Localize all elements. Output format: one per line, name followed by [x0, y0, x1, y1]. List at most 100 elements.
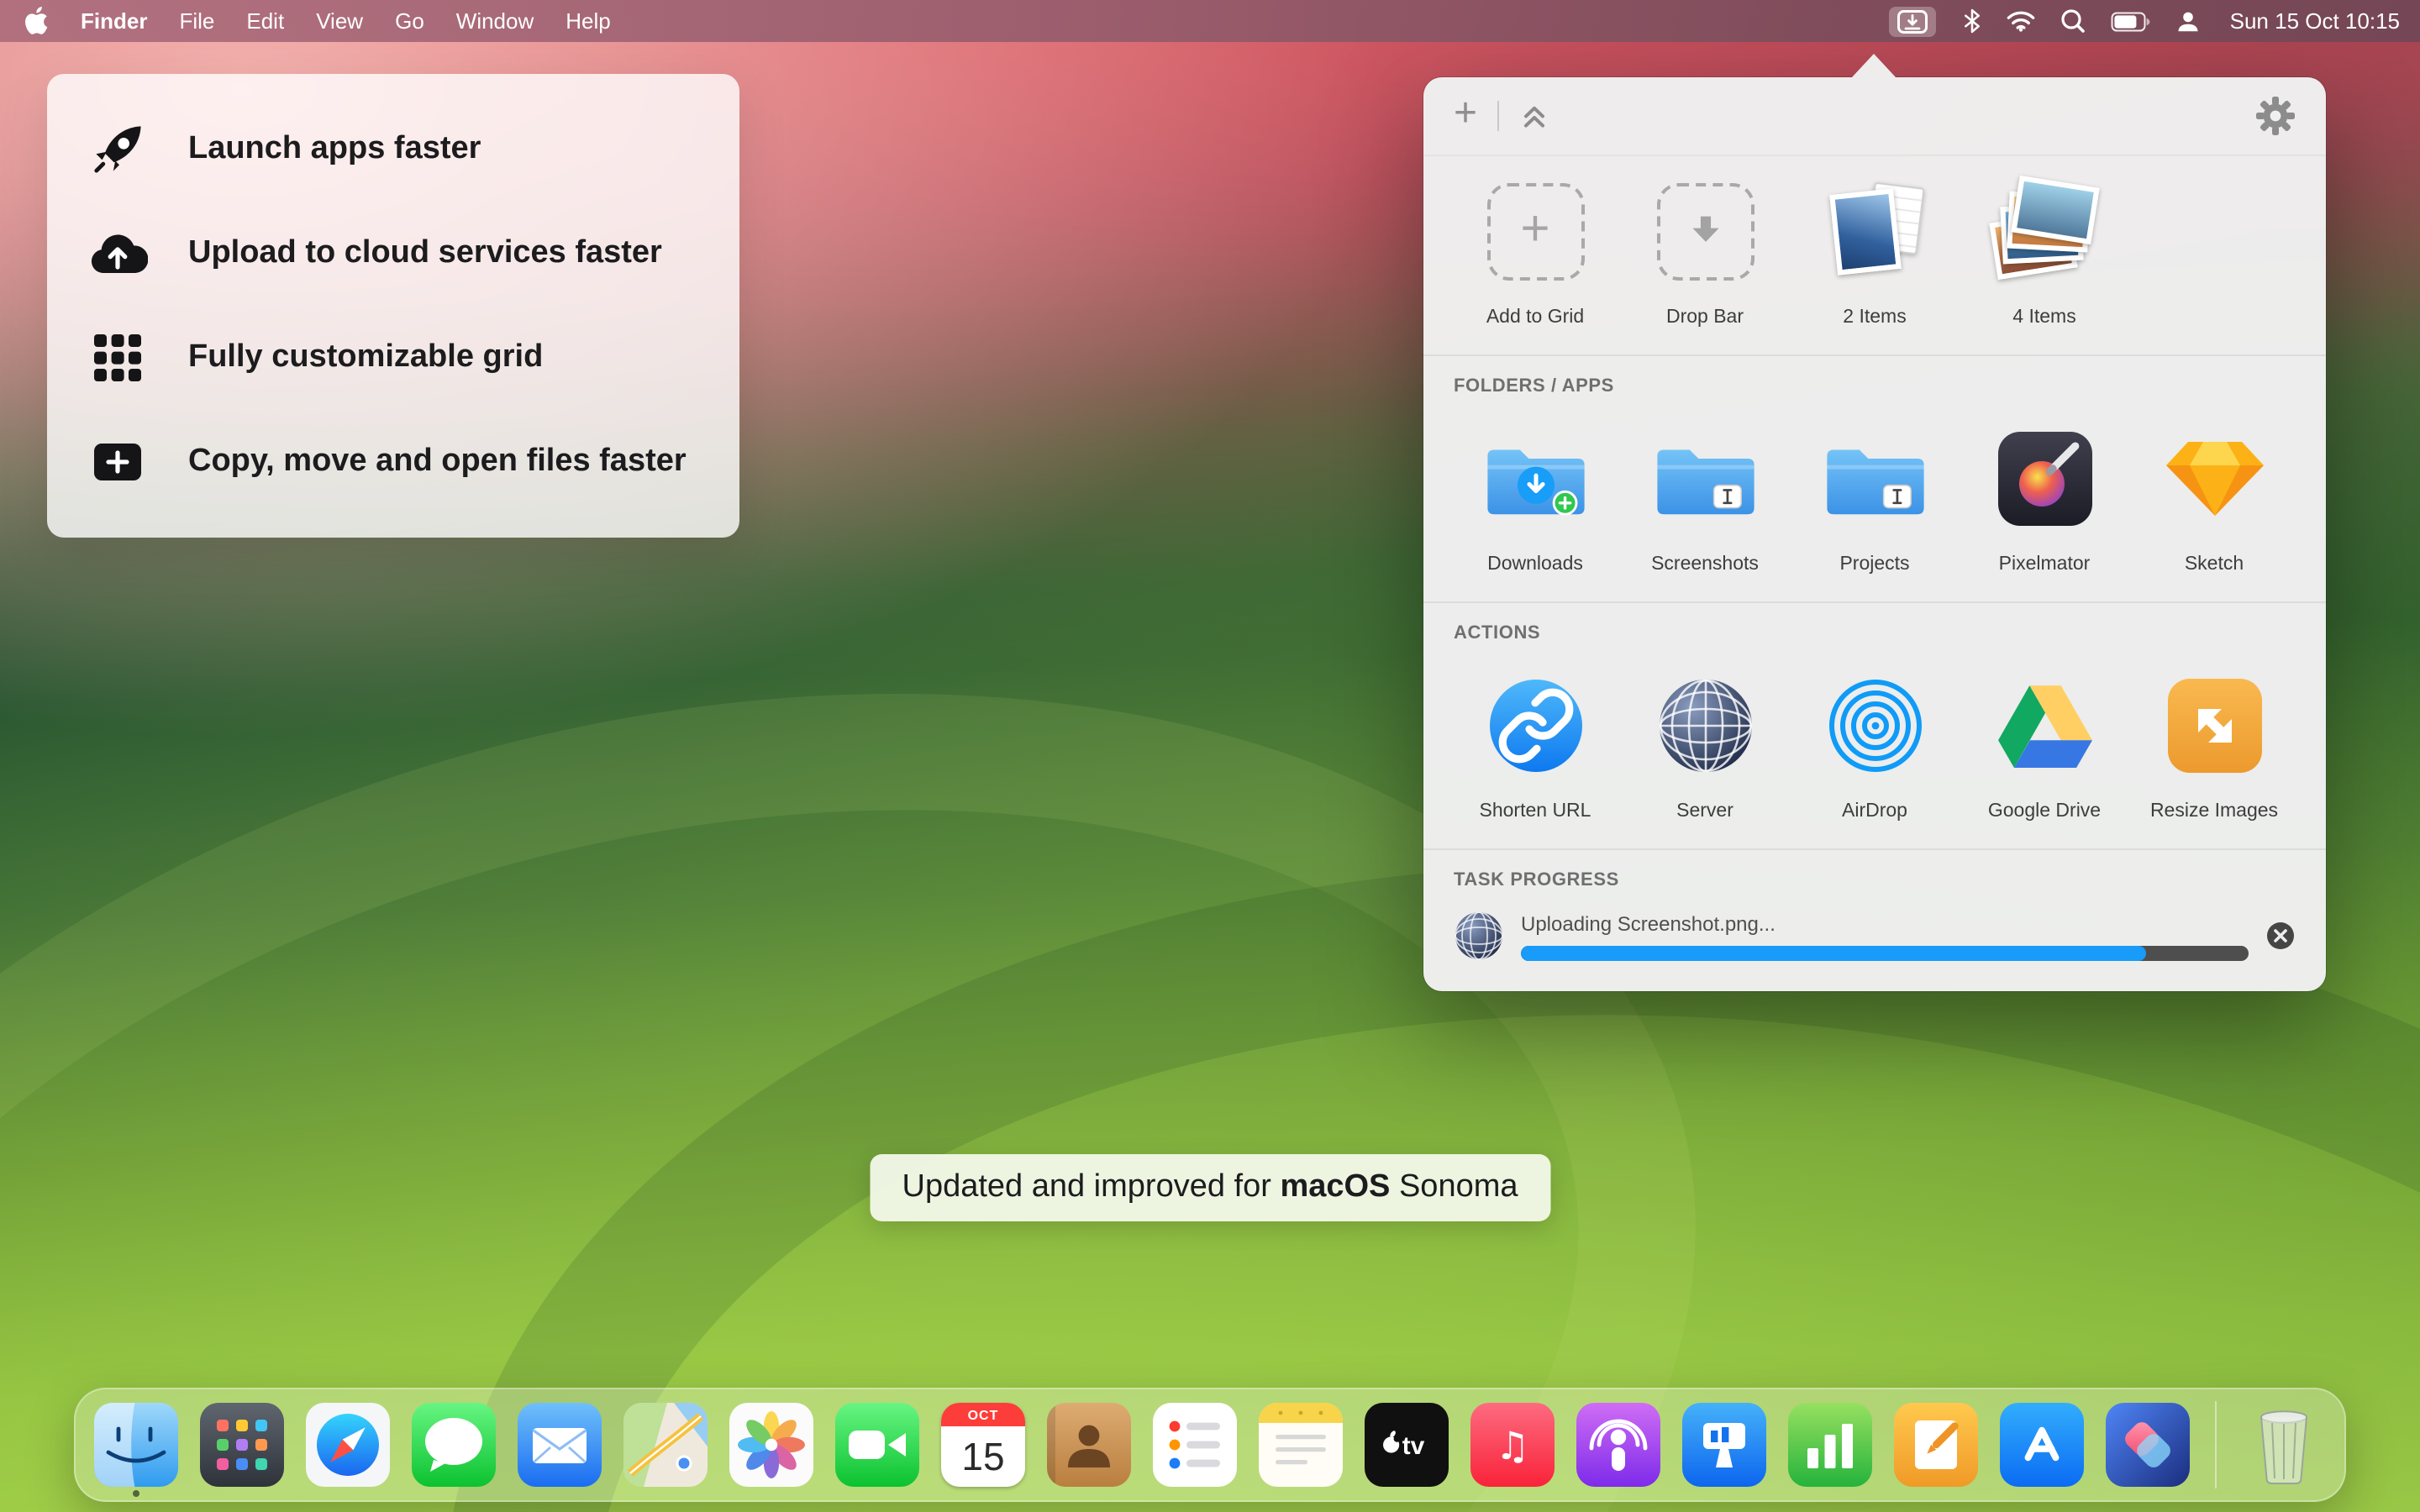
stack-2-icon [1819, 180, 1930, 284]
menu-window[interactable]: Window [456, 8, 534, 34]
search-icon [2060, 8, 2086, 34]
tile-label: Google Drive [1988, 801, 2101, 822]
photos-icon [729, 1403, 813, 1487]
feature-row: Copy, move and open files faster [84, 410, 702, 514]
cancel-upload-button[interactable] [2265, 921, 2296, 951]
feature-label: Upload to cloud services faster [188, 235, 662, 272]
feature-row: Fully customizable grid [84, 306, 702, 410]
task-progress-body: Uploading Screenshot.png... [1521, 911, 2249, 960]
downloads-folder[interactable]: Downloads [1450, 417, 1620, 575]
desktop-screen: Finder File Edit View Go Window Help [0, 0, 2420, 1512]
dock-facetime[interactable] [835, 1403, 919, 1487]
dock-launchpad[interactable] [200, 1403, 284, 1487]
collapse-button[interactable] [1519, 102, 1549, 129]
menu-file[interactable]: File [179, 8, 214, 34]
dock-contacts[interactable] [1047, 1403, 1131, 1487]
tile-label: Pixelmator [1999, 554, 2091, 575]
dock-keynote[interactable] [1682, 1403, 1766, 1487]
dock-mail[interactable] [518, 1403, 602, 1487]
drop-bar-tile[interactable]: Drop Bar [1620, 170, 1790, 328]
feature-promo-panel: Launch apps faster Upload to cloud servi… [47, 74, 739, 538]
link-icon [1486, 677, 1584, 774]
dropzone-popover: + [1423, 77, 2326, 991]
progress-bar-fill [1521, 945, 2147, 960]
menu-edit[interactable]: Edit [246, 8, 284, 34]
app-store-icon [2000, 1403, 2084, 1487]
server-action[interactable]: Server [1620, 664, 1790, 822]
bluetooth-menu-extra[interactable] [1963, 8, 1981, 34]
dock-safari[interactable] [306, 1403, 390, 1487]
drop-arrow-icon [1683, 210, 1727, 254]
spotlight-menu-extra[interactable] [2060, 8, 2086, 34]
plus-icon: + [1520, 205, 1549, 255]
feature-label: Copy, move and open files faster [188, 444, 687, 480]
dropzone-menu-extra[interactable] [1889, 6, 1936, 36]
menu-go[interactable]: Go [395, 8, 424, 34]
two-items-tile[interactable]: 2 Items [1790, 170, 1960, 328]
close-icon [2265, 921, 2296, 951]
apple-menu[interactable] [24, 7, 49, 35]
dock-music[interactable]: ♫ [1470, 1403, 1555, 1487]
add-to-grid-tile[interactable]: + Add to Grid [1450, 170, 1620, 328]
dock-trash[interactable] [2242, 1403, 2326, 1487]
menu-clock[interactable]: Sun 15 Oct 10:15 [2230, 8, 2400, 34]
dock-maps[interactable] [623, 1403, 708, 1487]
dock-finder[interactable] [94, 1403, 178, 1487]
resize-images-action[interactable]: Resize Images [2129, 664, 2299, 822]
dropzone-tray-icon [1897, 9, 1928, 33]
pixelmator-app[interactable]: Pixelmator [1960, 417, 2129, 575]
dock-calendar[interactable]: OCT 15 [941, 1403, 1025, 1487]
sketch-diamond-icon [2165, 438, 2263, 519]
popover-arrow [1852, 54, 1896, 77]
dock-podcasts[interactable] [1576, 1403, 1660, 1487]
calendar-month: OCT [941, 1403, 1025, 1426]
file-plus-icon [84, 438, 151, 486]
menu-help[interactable]: Help [566, 8, 611, 34]
folders-apps-header: FOLDERS / APPS [1423, 356, 2326, 403]
add-button[interactable]: + [1454, 93, 1477, 134]
user-icon [2176, 9, 2200, 33]
battery-menu-extra[interactable] [2111, 11, 2151, 31]
facetime-icon [835, 1403, 919, 1487]
banner-suffix: Sonoma [1390, 1169, 1518, 1205]
dock-app-store[interactable] [2000, 1403, 2084, 1487]
tile-label: AirDrop [1842, 801, 1907, 822]
dock-pages[interactable] [1894, 1403, 1978, 1487]
dock-shortcuts[interactable] [2106, 1403, 2190, 1487]
drop-dashed-box [1656, 183, 1754, 281]
folder-cursor-icon [1823, 438, 1927, 519]
task-label: Uploading Screenshot.png... [1521, 911, 2249, 935]
apple-logo-icon [24, 7, 49, 35]
tile-label: 2 Items [1843, 307, 1906, 328]
launchpad-icon [200, 1403, 284, 1487]
podcasts-icon [1576, 1403, 1660, 1487]
tile-label: Downloads [1487, 554, 1583, 575]
feature-row: Launch apps faster [84, 97, 702, 202]
screenshots-folder[interactable]: Screenshots [1620, 417, 1790, 575]
dock-reminders[interactable] [1153, 1403, 1237, 1487]
tile-label: 4 Items [2012, 307, 2075, 328]
menu-view[interactable]: View [316, 8, 363, 34]
dock-messages[interactable] [412, 1403, 496, 1487]
projects-folder[interactable]: Projects [1790, 417, 1960, 575]
sketch-app[interactable]: Sketch [2129, 417, 2299, 575]
dock-photos[interactable] [729, 1403, 813, 1487]
four-items-tile[interactable]: 4 Items [1960, 170, 2129, 328]
settings-button[interactable] [2255, 96, 2296, 136]
calendar-icon: OCT 15 [941, 1403, 1025, 1487]
dock-notes[interactable] [1259, 1403, 1343, 1487]
actions-row: Shorten URL Server [1423, 650, 2326, 848]
airdrop-action[interactable]: AirDrop [1790, 664, 1960, 822]
shorten-url-action[interactable]: Shorten URL [1450, 664, 1620, 822]
dock-numbers[interactable] [1788, 1403, 1872, 1487]
google-drive-action[interactable]: Google Drive [1960, 664, 2129, 822]
add-dashed-box: + [1486, 183, 1584, 281]
user-switch-menu-extra[interactable] [2176, 9, 2200, 33]
dock-apple-tv[interactable]: tv [1365, 1403, 1449, 1487]
menu-app-name[interactable]: Finder [81, 8, 147, 34]
feature-row: Upload to cloud services faster [84, 202, 702, 306]
wifi-menu-extra[interactable] [2007, 10, 2035, 32]
tile-label: Resize Images [2150, 801, 2278, 822]
rocket-icon [84, 123, 151, 176]
tile-label: Sketch [2185, 554, 2244, 575]
